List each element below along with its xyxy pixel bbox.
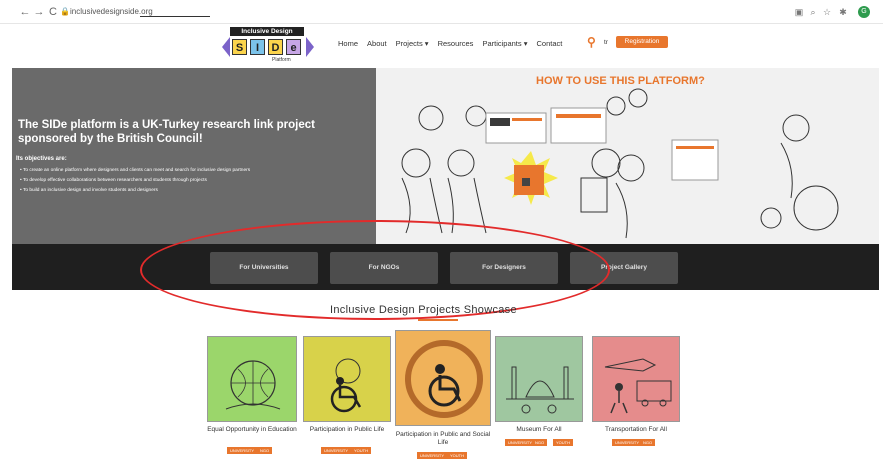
project-tag[interactable]: UNIVERSITY — [321, 447, 352, 454]
project-tag[interactable]: UNIVERSITY — [505, 439, 536, 446]
museum-icon — [496, 337, 582, 421]
profile-avatar[interactable]: G — [858, 6, 870, 18]
project-tag[interactable]: NGO — [640, 439, 656, 446]
globe-icon — [208, 337, 296, 421]
star-icon[interactable]: ☆ — [821, 6, 833, 18]
project-tag[interactable]: UNIVERSITY — [417, 452, 448, 459]
project-tag[interactable]: YOUTH — [553, 439, 573, 446]
forward-icon[interactable]: → — [32, 5, 46, 19]
project-card-title[interactable]: Participation in Public Life — [303, 426, 391, 434]
site-logo[interactable]: Inclusive Design S I D e Platform — [222, 27, 314, 63]
main-menu: Home About Projects ▾ Resources Particip… — [338, 39, 562, 48]
logo-letter-i: I — [250, 39, 265, 55]
project-card-image[interactable] — [495, 336, 583, 422]
logo-top-text: Inclusive Design — [230, 27, 304, 36]
menu-about[interactable]: About — [367, 39, 387, 48]
zoom-icon[interactable]: ⌕ — [807, 6, 819, 18]
hero-title: The SIDe platform is a UK-Turkey researc… — [18, 119, 315, 145]
lock-icon: 🔒 — [60, 7, 70, 16]
menu-participants[interactable]: Participants ▾ — [482, 39, 527, 48]
showcase-underline — [418, 319, 458, 321]
transport-icon — [593, 337, 679, 421]
menu-home[interactable]: Home — [338, 39, 358, 48]
browser-toolbar: ← → C 🔒 inclusivedesignside.org ▣ ⌕ ☆ ✱ … — [0, 0, 883, 24]
screen-share-icon[interactable]: ▣ — [793, 6, 805, 18]
project-card-image[interactable] — [395, 330, 491, 426]
project-tag[interactable]: UNIVERSITY — [227, 447, 258, 454]
project-card-title[interactable]: Transportation For All — [592, 426, 680, 434]
project-tag[interactable]: YOUTH — [447, 452, 467, 459]
objectives-list: • To create an online platform where des… — [20, 166, 370, 196]
menu-projects[interactable]: Projects ▾ — [396, 39, 429, 48]
language-switch[interactable]: tr — [604, 39, 608, 46]
extension-icon[interactable]: ✱ — [837, 6, 849, 18]
logo-letter-e: e — [286, 39, 301, 55]
project-tag[interactable]: UNIVERSITY — [612, 439, 643, 446]
project-tag[interactable]: NGO — [532, 439, 548, 446]
hero-intro: The SIDe platform is a UK-Turkey researc… — [12, 68, 376, 244]
url-underline — [140, 16, 210, 17]
search-icon[interactable]: ⚲ — [587, 36, 599, 48]
project-card-image[interactable] — [207, 336, 297, 422]
sketch-illustration — [401, 88, 839, 239]
objective-item: • To build an inclusive design and invol… — [20, 188, 158, 193]
logo-subtitle: Platform — [272, 57, 291, 63]
objective-item: • To create an online platform where des… — [20, 168, 251, 173]
logo-letter-s: S — [232, 39, 247, 55]
how-to-use-illustration: HOW TO USE THIS PLATFORM? — [376, 68, 879, 244]
reload-icon[interactable]: C — [46, 5, 60, 19]
logo-letter-d: D — [268, 39, 283, 55]
project-card-title[interactable]: Equal Opportunity in Education — [207, 426, 297, 434]
project-card-title[interactable]: Museum For All — [495, 426, 583, 434]
project-card-title[interactable]: Participation in Public and Social Life — [395, 431, 491, 447]
menu-resources[interactable]: Resources — [438, 39, 474, 48]
menu-contact[interactable]: Contact — [536, 39, 562, 48]
objectives-label: Its objectives are: — [16, 156, 67, 162]
site-header: Inclusive Design S I D e Platform Home A… — [0, 24, 883, 66]
wheelchair-icon — [304, 337, 390, 421]
url-text: inclusivedesignside.org — [70, 7, 153, 16]
objective-item: • To develop effective collaborations be… — [20, 178, 207, 183]
accessibility-icon — [396, 331, 490, 425]
project-tag[interactable]: NGO — [257, 447, 273, 454]
project-tag[interactable]: YOUTH — [351, 447, 371, 454]
address-bar[interactable]: 🔒 inclusivedesignside.org — [60, 4, 260, 20]
back-icon[interactable]: ← — [18, 5, 32, 19]
showcase-title: Inclusive Design Projects Showcase — [330, 304, 517, 316]
project-card-image[interactable] — [303, 336, 391, 422]
registration-button[interactable]: Registration — [616, 36, 668, 48]
project-card-image[interactable] — [592, 336, 680, 422]
